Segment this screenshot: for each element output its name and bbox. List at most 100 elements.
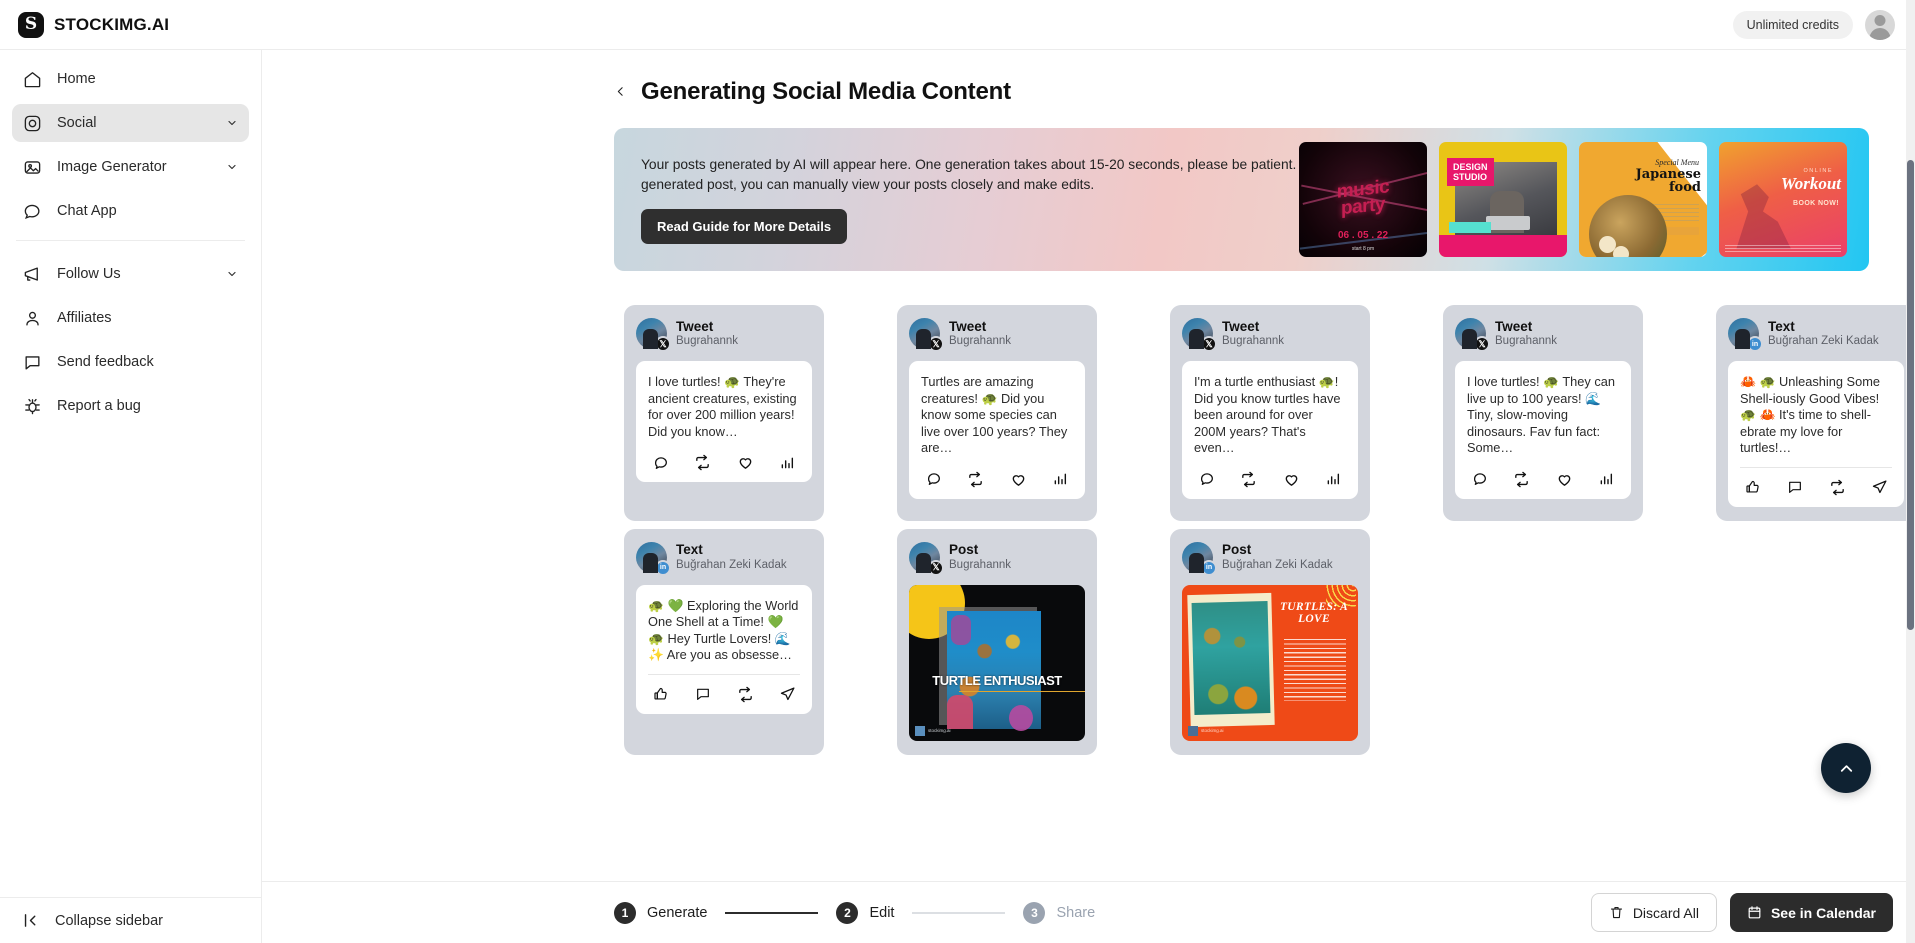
step-label: Share <box>1056 905 1095 921</box>
sidebar-item-home[interactable]: Home <box>12 60 249 98</box>
home-icon <box>23 70 42 89</box>
discard-all-button[interactable]: Discard All <box>1591 893 1717 932</box>
chevron-down-icon[interactable] <box>226 117 238 129</box>
tweet-actions <box>1467 471 1619 488</box>
card-identity: Tweet Bugrahannk <box>949 319 1011 349</box>
card-type: Tweet <box>1495 319 1557 335</box>
card-header: 𝕏 Tweet Bugrahannk <box>1455 318 1631 349</box>
bug-icon <box>23 397 42 416</box>
sidebar-item-label: Social <box>57 115 211 131</box>
card-identity: Text Buğrahan Zeki Kadak <box>676 542 787 572</box>
retweet-icon[interactable] <box>967 471 984 488</box>
retweet-icon[interactable] <box>694 454 711 471</box>
post-card[interactable]: in Post Buğrahan Zeki Kadak TURTLES: A L… <box>1170 529 1370 755</box>
card-body: Turtles are amazing creatures! 🐢 Did you… <box>909 361 1085 499</box>
collapse-sidebar-button[interactable]: Collapse sidebar <box>0 897 261 943</box>
sidebar-item-social[interactable]: Social <box>12 104 249 142</box>
sidebar-item-label: Report a bug <box>57 398 238 414</box>
analytics-icon[interactable] <box>1598 471 1615 488</box>
workout-template[interactable]: ONLINE Workout BOOK NOW! <box>1719 142 1847 257</box>
music-party-template[interactable]: musicparty 06 . 05 . 22 start 8 pm <box>1299 142 1427 257</box>
japanese-food-template[interactable]: Special Menu Japanesefood <box>1579 142 1707 257</box>
sidebar-item-affiliates[interactable]: Affiliates <box>12 299 249 337</box>
poster-credit: stockimg.ai <box>915 726 951 736</box>
chevron-down-icon[interactable] <box>226 268 238 280</box>
sidebar-item-follow-us[interactable]: Follow Us <box>12 255 249 293</box>
reply-icon[interactable] <box>1471 471 1488 488</box>
comment-icon[interactable] <box>694 686 711 703</box>
avatar[interactable] <box>1865 10 1895 40</box>
repost-icon[interactable] <box>1829 479 1846 496</box>
analytics-icon[interactable] <box>779 454 796 471</box>
reply-icon[interactable] <box>652 454 669 471</box>
card-identity: Text Buğrahan Zeki Kadak <box>1768 319 1879 349</box>
send-icon[interactable] <box>779 686 796 703</box>
post-card[interactable]: 𝕏 Post Bugrahannk <box>897 529 1097 755</box>
scroll-to-top-button[interactable] <box>1821 743 1871 793</box>
analytics-icon[interactable] <box>1325 471 1342 488</box>
post-text: Turtles are amazing creatures! 🐢 Did you… <box>921 374 1073 457</box>
workout-title: Workout <box>1781 174 1841 194</box>
analytics-icon[interactable] <box>1052 471 1069 488</box>
reply-icon[interactable] <box>1198 471 1215 488</box>
chevron-down-icon[interactable] <box>226 161 238 173</box>
page-scrollbar[interactable] <box>1906 0 1915 943</box>
step-share[interactable]: 3 Share <box>1023 902 1095 924</box>
step-connector <box>725 912 818 914</box>
see-in-calendar-button[interactable]: See in Calendar <box>1730 893 1893 932</box>
scrollbar-thumb[interactable] <box>1907 160 1914 630</box>
see-in-calendar-label: See in Calendar <box>1771 905 1876 921</box>
post-card[interactable]: 𝕏 Tweet Bugrahannk I love turtles! 🐢 The… <box>624 305 824 521</box>
credits-badge[interactable]: Unlimited credits <box>1733 11 1853 39</box>
card-identity: Tweet Bugrahannk <box>676 319 738 349</box>
turtle-reef-black-poster[interactable]: TURTLE ENTHUSIAST stockimg.ai <box>909 585 1085 741</box>
post-text: I love turtles! 🐢 They can live up to 10… <box>1467 374 1619 457</box>
card-body: 🦀 🐢 Unleashing Some Shell-iously Good Vi… <box>1728 361 1904 507</box>
card-username: Bugrahannk <box>949 334 1011 348</box>
reply-icon[interactable] <box>925 471 942 488</box>
sidebar-item-chat-app[interactable]: Chat App <box>12 192 249 230</box>
post-card[interactable]: in Text Buğrahan Zeki Kadak 🐢 💚 Explorin… <box>624 529 824 755</box>
card-header: 𝕏 Post Bugrahannk <box>909 542 1085 573</box>
read-guide-button[interactable]: Read Guide for More Details <box>641 209 847 244</box>
design-studio-template[interactable]: DESIGNSTUDIO <box>1439 142 1567 257</box>
post-card[interactable]: in Text Buğrahan Zeki Kadak 🦀 🐢 Unleashi… <box>1716 305 1915 521</box>
card-username: Bugrahannk <box>1222 334 1284 348</box>
sidebar-item-label: Image Generator <box>57 159 211 175</box>
like-icon[interactable] <box>1283 471 1300 488</box>
back-button[interactable] <box>614 82 627 101</box>
post-card[interactable]: 𝕏 Tweet Bugrahannk I'm a turtle enthusia… <box>1170 305 1370 521</box>
repost-icon[interactable] <box>737 686 754 703</box>
turtles-a-love-orange-poster[interactable]: TURTLES: A LOVE stockimg.ai <box>1182 585 1358 741</box>
step-edit[interactable]: 2 Edit <box>836 902 894 924</box>
like-icon[interactable] <box>1556 471 1573 488</box>
like-icon[interactable] <box>737 454 754 471</box>
like-thumb-icon[interactable] <box>652 686 669 703</box>
comment-icon[interactable] <box>1786 479 1803 496</box>
card-type: Tweet <box>1222 319 1284 335</box>
music-party-sub: start 8 pm <box>1352 246 1374 252</box>
calendar-icon <box>1747 905 1762 920</box>
step-generate[interactable]: 1 Generate <box>614 902 707 924</box>
sidebar-item-report-a-bug[interactable]: Report a bug <box>12 387 249 425</box>
retweet-icon[interactable] <box>1240 471 1257 488</box>
sidebar-item-label: Affiliates <box>57 310 238 326</box>
avatar: 𝕏 <box>636 318 667 349</box>
sidebar-item-image-generator[interactable]: Image Generator <box>12 148 249 186</box>
like-icon[interactable] <box>1010 471 1027 488</box>
workout-cta: BOOK NOW! <box>1793 200 1839 207</box>
top-bar-right: Unlimited credits <box>1733 10 1895 40</box>
post-card[interactable]: 𝕏 Tweet Bugrahannk I love turtles! 🐢 The… <box>1443 305 1643 521</box>
trash-icon <box>1609 905 1624 920</box>
card-header: 𝕏 Tweet Bugrahannk <box>636 318 812 349</box>
retweet-icon[interactable] <box>1513 471 1530 488</box>
post-card[interactable]: 𝕏 Tweet Bugrahannk Turtles are amazing c… <box>897 305 1097 521</box>
like-thumb-icon[interactable] <box>1744 479 1761 496</box>
brand-logo[interactable]: S STOCKIMG.AI <box>18 12 169 38</box>
card-type: Post <box>1222 542 1333 558</box>
send-icon[interactable] <box>1871 479 1888 496</box>
chevron-up-icon <box>1837 759 1856 778</box>
avatar: 𝕏 <box>909 318 940 349</box>
sidebar-item-send-feedback[interactable]: Send feedback <box>12 343 249 381</box>
avatar: in <box>636 542 667 573</box>
